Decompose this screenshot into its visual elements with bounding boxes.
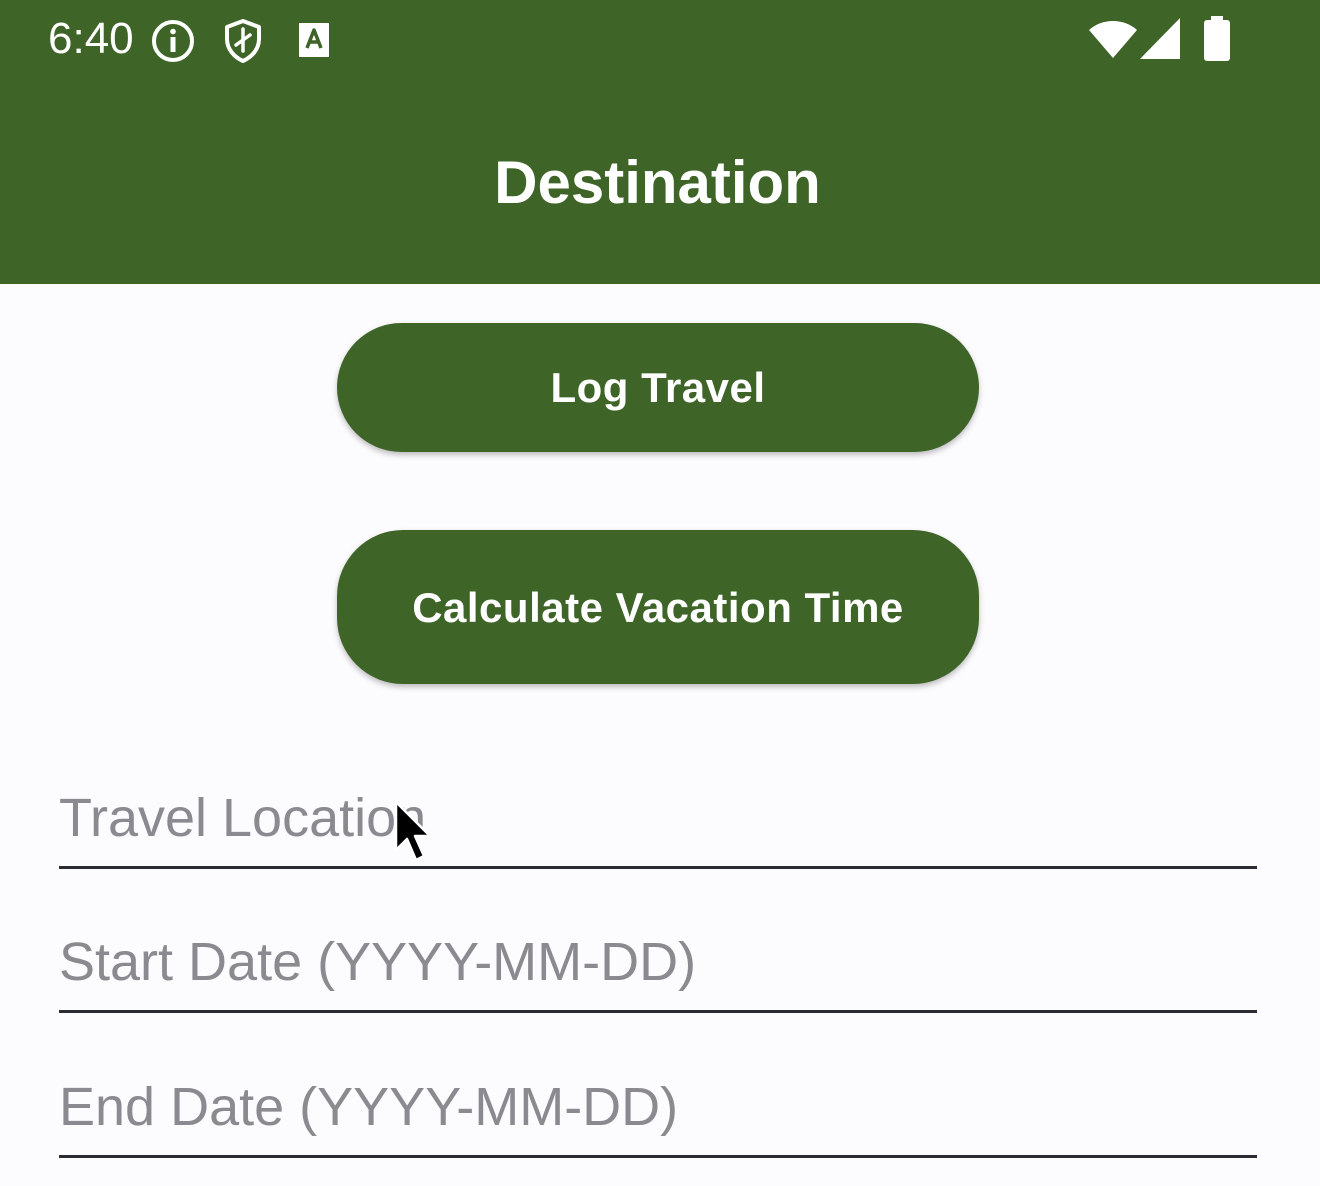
a-box-icon — [299, 23, 329, 57]
status-time: 6:40 — [48, 14, 134, 63]
start-date-input[interactable] — [59, 914, 1257, 1010]
travel-location-field — [59, 770, 1257, 869]
status-bar: 6:40 — [0, 0, 1320, 84]
calculate-vacation-time-button[interactable]: Calculate Vacation Time — [337, 530, 979, 684]
end-date-field — [59, 1059, 1257, 1158]
end-date-input[interactable] — [59, 1059, 1257, 1155]
log-travel-button[interactable]: Log Travel — [337, 323, 979, 452]
page-title: Destination — [494, 149, 821, 216]
app-bar: 6:40 Destination — [0, 0, 1320, 284]
info-icon — [152, 20, 194, 62]
app-screen: 6:40 Destination Log Travel Calculate Va… — [0, 0, 1320, 1186]
travel-location-input[interactable] — [59, 770, 1257, 866]
start-date-field — [59, 914, 1257, 1013]
cellular-signal-icon — [1140, 18, 1180, 59]
mouse-pointer-icon — [394, 800, 432, 862]
battery-icon — [1204, 16, 1230, 61]
wifi-icon — [1089, 21, 1137, 58]
shield-icon — [225, 19, 261, 63]
